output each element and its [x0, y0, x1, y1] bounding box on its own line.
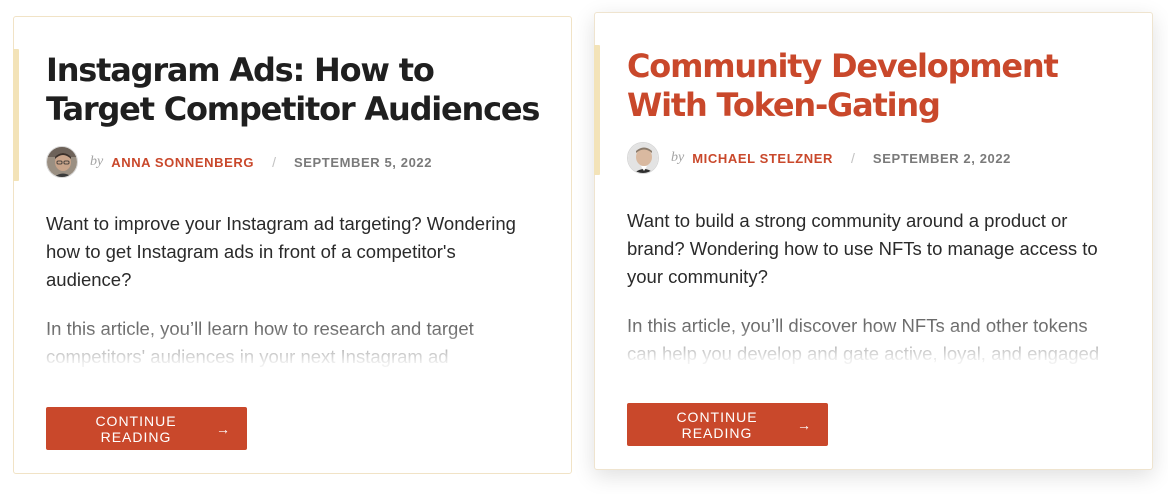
post-date: SEPTEMBER 5, 2022	[293, 154, 433, 170]
author-link[interactable]: MICHAEL STELZNER	[692, 151, 833, 166]
post-excerpt-intro: Want to improve your Instagram ad target…	[46, 213, 516, 290]
post-title-link[interactable]: Instagram Ads: How to Target Competitor …	[46, 51, 546, 129]
excerpt-fade-overlay	[619, 326, 1144, 374]
continue-reading-button[interactable]: CONTINUE READING →	[46, 407, 247, 450]
excerpt-fade-overlay	[38, 329, 563, 377]
card-accent-bar	[594, 45, 600, 175]
byline-by: by	[90, 154, 104, 169]
button-label: CONTINUE READING	[95, 412, 177, 445]
continue-reading-button[interactable]: CONTINUE READING →	[627, 403, 828, 446]
arrow-right-icon: →	[797, 416, 812, 433]
button-label: CONTINUE READING	[676, 408, 758, 441]
author-avatar[interactable]	[627, 142, 659, 174]
post-date: SEPTEMBER 2, 2022	[872, 150, 1012, 166]
post-byline: by MICHAEL STELZNER / SEPTEMBER 2, 2022	[627, 141, 1011, 175]
post-byline: by ANNA SONNENBERG / SEPTEMBER 5, 2022	[46, 145, 432, 179]
byline-separator: /	[272, 154, 276, 170]
post-title-link[interactable]: Community Development With Token-Gating	[627, 47, 1127, 125]
author-link[interactable]: ANNA SONNENBERG	[111, 155, 254, 170]
card-accent-bar	[13, 49, 19, 181]
byline-by: by	[671, 150, 685, 165]
post-card: Instagram Ads: How to Target Competitor …	[13, 16, 572, 474]
post-excerpt-intro: Want to build a strong community around …	[627, 210, 1098, 287]
author-avatar[interactable]	[46, 146, 78, 178]
post-card: Community Development With Token-Gating …	[594, 12, 1153, 470]
arrow-right-icon: →	[216, 420, 231, 437]
byline-separator: /	[851, 150, 855, 166]
